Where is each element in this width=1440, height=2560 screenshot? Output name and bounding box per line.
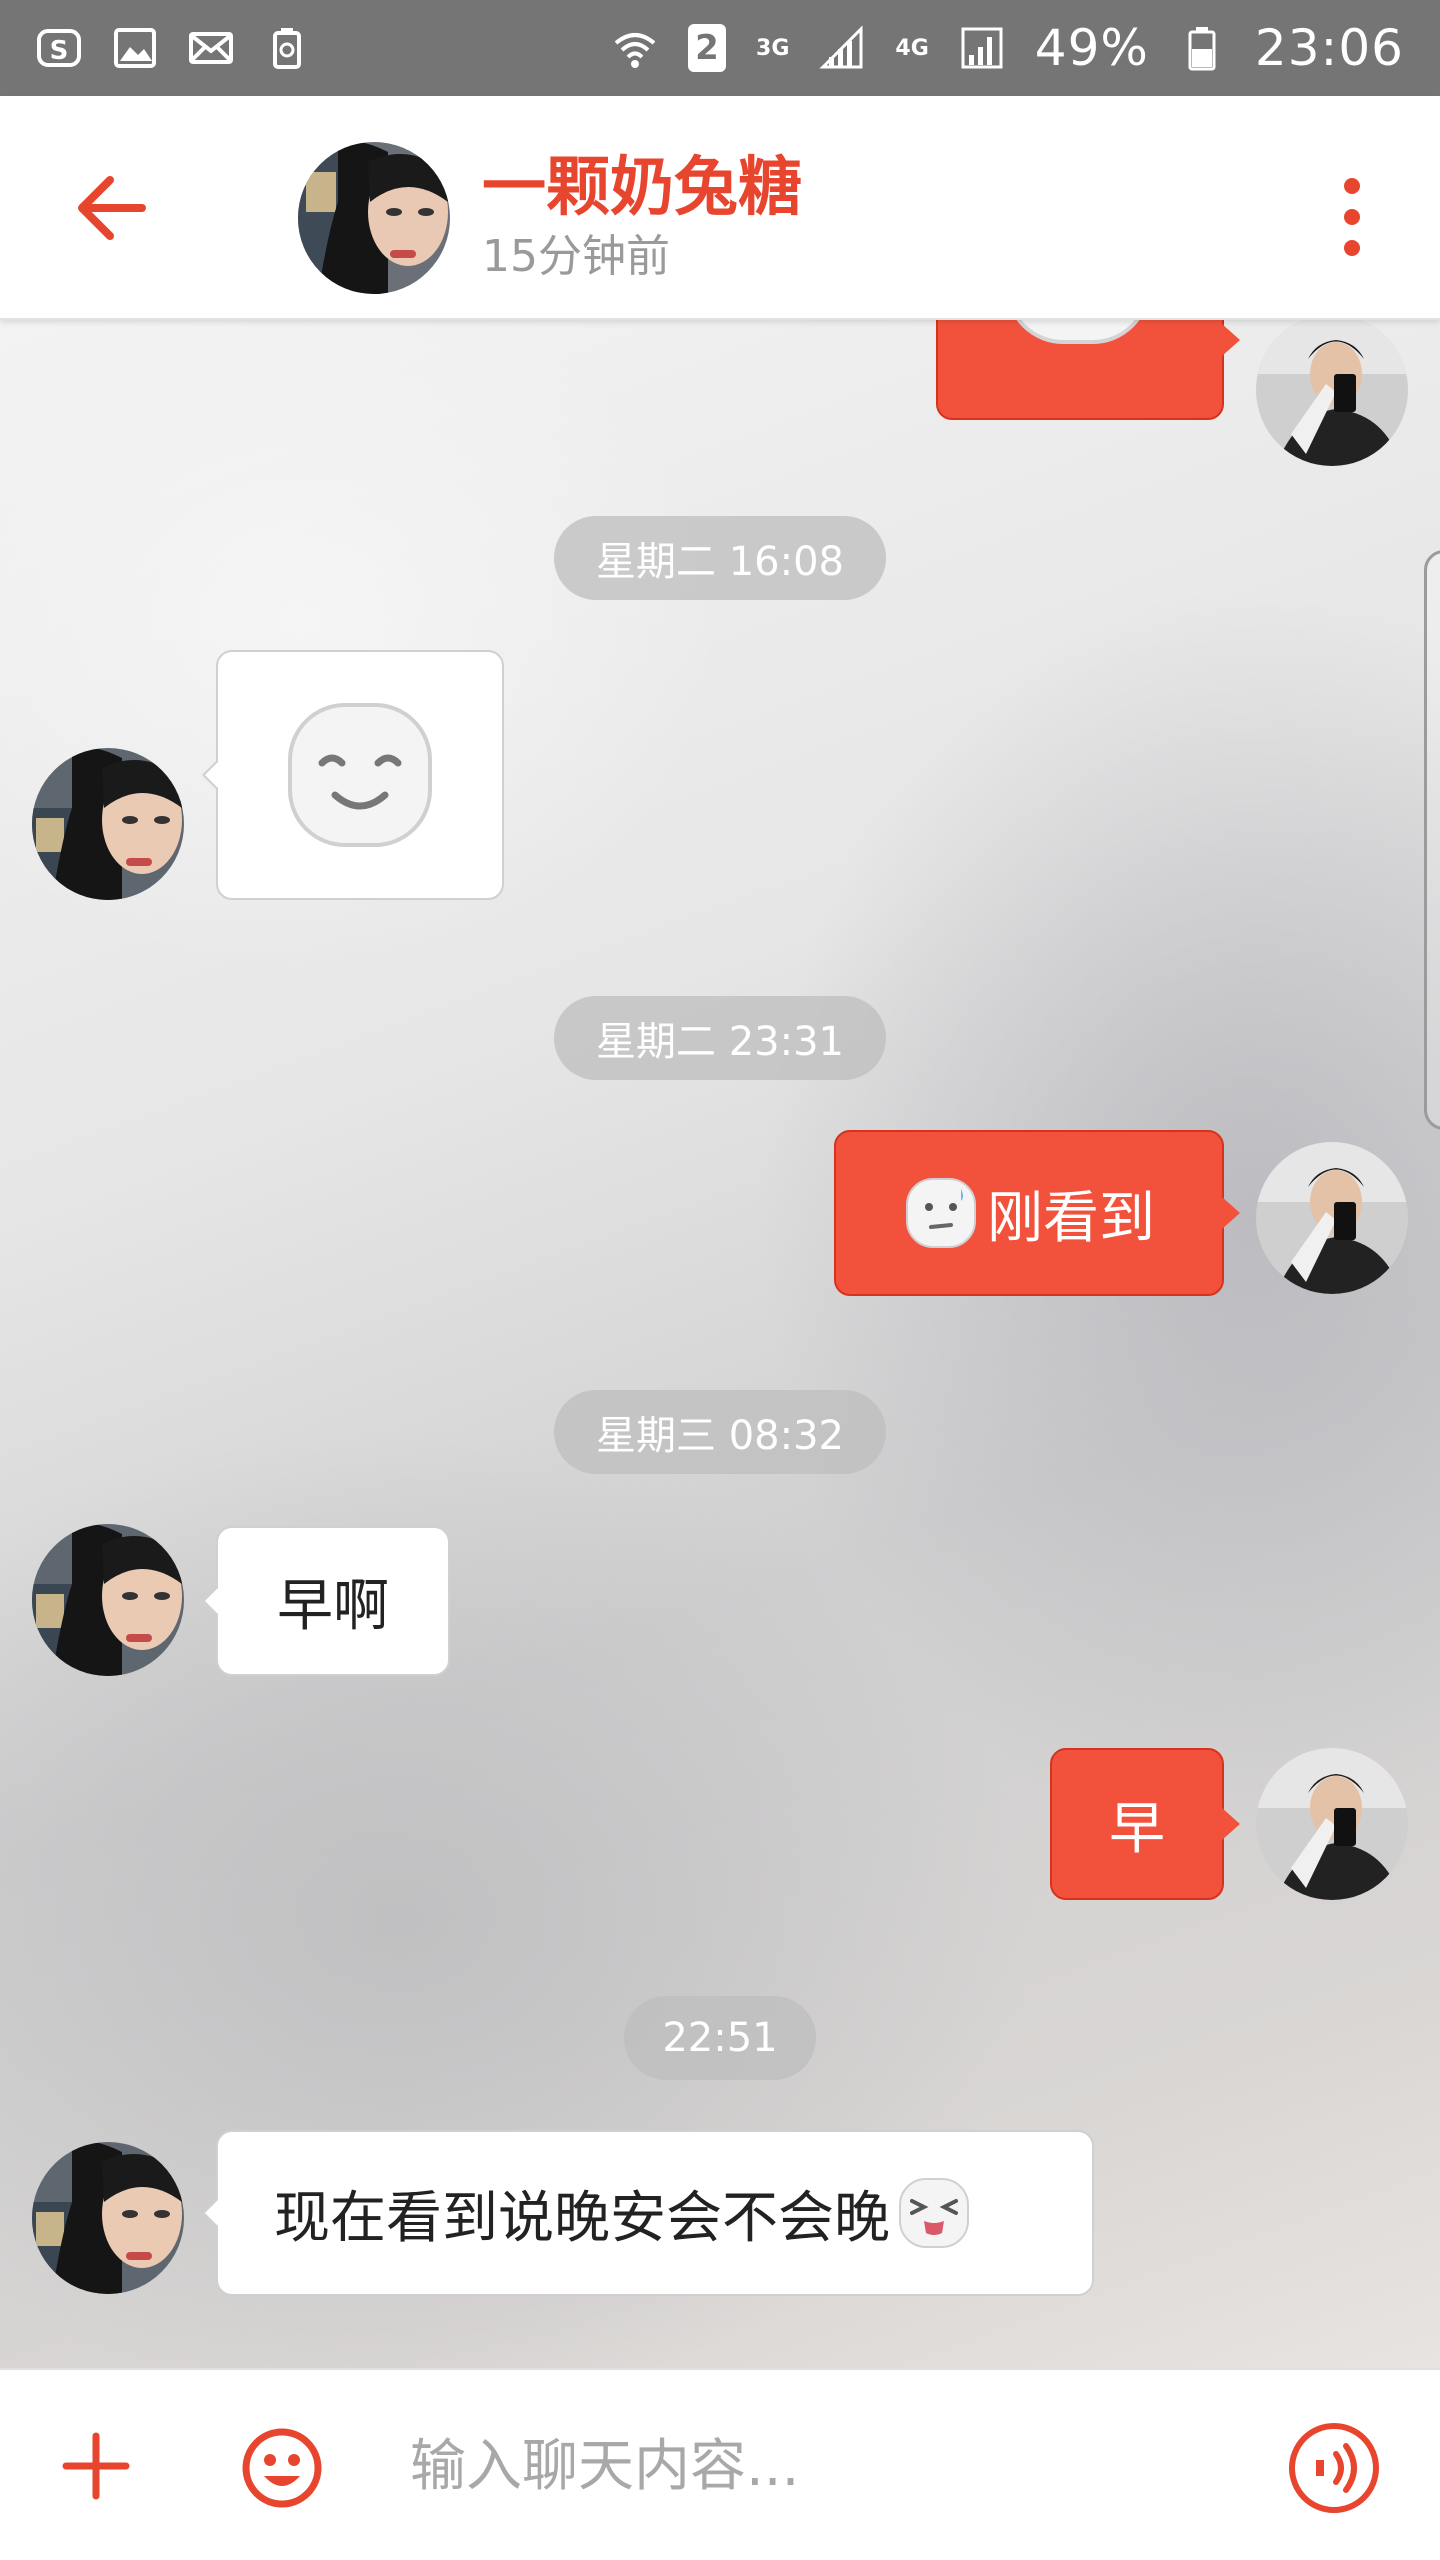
chat-messages[interactable]: 星期二 16:08 星期二 23:31 刚看到 星期三 08:32 早啊 早 2… <box>0 320 1440 2368</box>
message-input[interactable] <box>410 2416 1230 2516</box>
signal-icon <box>819 25 865 71</box>
battery-percent: 49% <box>1034 19 1149 77</box>
sim-slot-badge: 2 <box>688 24 727 72</box>
timestamp: 星期二 23:31 <box>554 996 886 1080</box>
message-bubble-incoming[interactable]: 现在看到说晚安会不会晚 <box>202 2130 1094 2296</box>
message-input-bar <box>0 2368 1440 2560</box>
attach-button[interactable] <box>58 2428 134 2504</box>
squint-tongue-emoji <box>896 2175 972 2251</box>
voice-icon <box>1289 2423 1379 2513</box>
contact-avatar[interactable] <box>298 142 450 294</box>
back-arrow-icon <box>78 176 146 240</box>
last-seen-status: 15分钟前 <box>482 231 670 282</box>
message-bubble-incoming[interactable]: 早啊 <box>202 1526 450 1676</box>
battery-saver-icon <box>264 25 310 71</box>
my-avatar[interactable] <box>1256 1748 1408 1900</box>
status-bar-right: 2 3G 4G 49% 23:06 <box>612 19 1404 77</box>
my-avatar[interactable] <box>1256 1142 1408 1294</box>
message-bubble-outgoing[interactable]: 刚看到 <box>834 1130 1240 1296</box>
message-bubble-outgoing[interactable]: 早 <box>1050 1748 1240 1900</box>
plus-icon <box>62 2432 130 2500</box>
network-type-1: 3G <box>756 35 790 61</box>
smiley-icon <box>242 2428 322 2508</box>
mail-icon <box>188 25 234 71</box>
more-vertical-icon <box>1344 178 1360 256</box>
message-bubble-outgoing[interactable] <box>936 320 1240 420</box>
contact-avatar[interactable] <box>32 2142 184 2294</box>
edge-panel-handle[interactable] <box>1424 550 1440 1130</box>
contact-name: 一颗奶兔糖 <box>482 151 802 225</box>
network-type-2: 4G <box>895 35 929 61</box>
smile-emoji <box>1016 320 1140 344</box>
wifi-icon <box>612 25 658 71</box>
message-text: 早 <box>1109 1796 1165 1862</box>
awkward-emoji <box>903 1175 979 1251</box>
svg-text:S: S <box>50 36 69 66</box>
contact-avatar[interactable] <box>32 748 184 900</box>
gallery-icon <box>112 25 158 71</box>
message-text: 刚看到 <box>987 1185 1155 1251</box>
sogou-icon: S <box>36 25 82 71</box>
my-avatar[interactable] <box>1256 320 1408 466</box>
clock: 23:06 <box>1254 19 1404 77</box>
status-bar-left: S <box>36 25 310 71</box>
timestamp: 22:51 <box>624 1996 816 2080</box>
message-text: 早啊 <box>277 1573 389 1639</box>
emoji-button[interactable] <box>240 2426 324 2510</box>
timestamp: 星期二 16:08 <box>554 516 886 600</box>
signal-icon <box>959 25 1005 71</box>
message-text: 现在看到说晚安会不会晚 <box>274 2185 890 2251</box>
timestamp: 星期三 08:32 <box>554 1390 886 1474</box>
battery-icon <box>1179 25 1225 71</box>
status-bar: S 2 3G 4G 49% 23:06 <box>0 0 1440 96</box>
voice-button[interactable] <box>1286 2420 1382 2516</box>
message-bubble-incoming[interactable] <box>202 650 504 900</box>
contact-avatar[interactable] <box>32 1524 184 1676</box>
chat-header: 一颗奶兔糖 15分钟前 <box>0 96 1440 320</box>
more-options-button[interactable] <box>1332 172 1372 262</box>
smile-emoji <box>288 703 432 847</box>
back-button[interactable] <box>70 168 150 248</box>
